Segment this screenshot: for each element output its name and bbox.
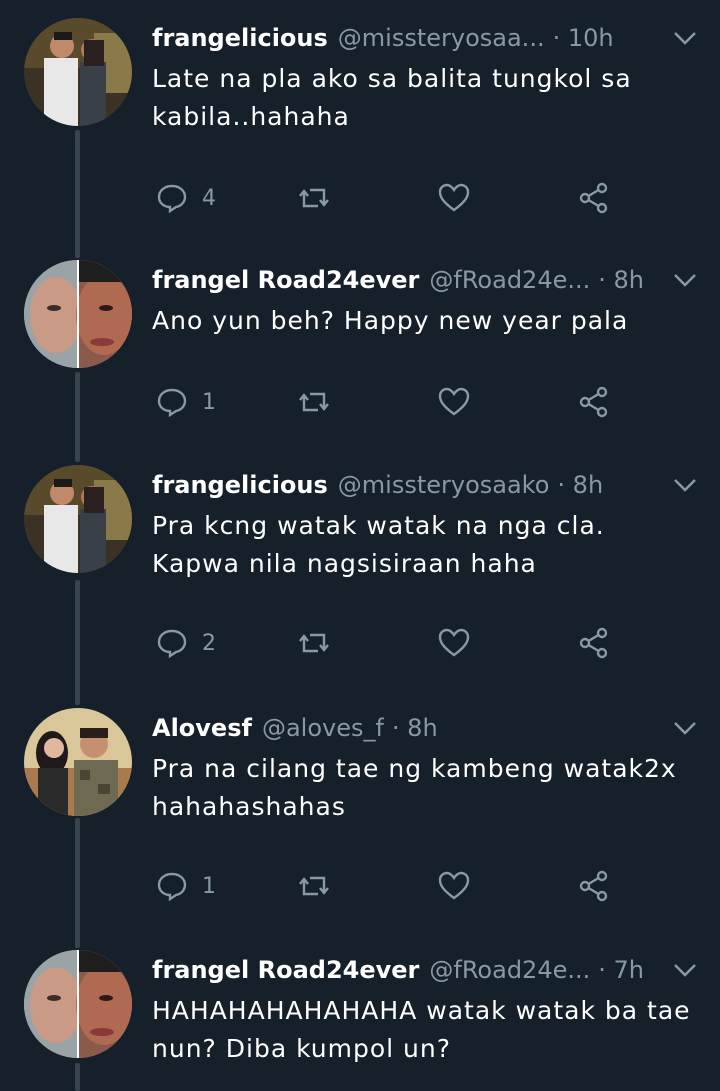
heart-icon [438, 871, 470, 900]
chevron-down-icon[interactable] [672, 28, 698, 48]
reply-count: 2 [202, 630, 216, 656]
retweet-button[interactable] [298, 178, 330, 218]
like-button[interactable] [438, 178, 470, 218]
username[interactable]: @aloves_f [262, 714, 384, 742]
reply-count: 1 [202, 389, 216, 415]
timestamp[interactable]: · 7h [598, 956, 644, 984]
tweet-text: Ano yun beh? Happy new year pala [152, 306, 629, 335]
tweet[interactable]: frangel Road24ever @fRoad24e... · 8h Ano… [0, 260, 720, 430]
chevron-down-icon[interactable] [672, 270, 698, 290]
like-button[interactable] [438, 382, 470, 422]
share-icon [579, 870, 608, 902]
username[interactable]: @fRoad24e... [429, 266, 590, 294]
tweet[interactable]: frangelicious @missteryosaako · 8h Pra k… [0, 465, 720, 665]
reply-icon [157, 184, 187, 214]
chevron-down-icon[interactable] [672, 960, 698, 980]
split-face-photo [24, 950, 132, 1058]
tweet[interactable]: frangel Road24ever @fRoad24e... · 7h HAH… [0, 950, 720, 1091]
username[interactable]: @fRoad24e... [429, 956, 590, 984]
display-name[interactable]: frangelicious [152, 471, 328, 499]
display-name[interactable]: Alovesf [152, 714, 252, 742]
tweet-actions: 4 [152, 178, 632, 218]
retweet-icon [299, 876, 329, 896]
retweet-button[interactable] [298, 866, 330, 906]
tweet-actions: 2 [152, 623, 632, 663]
timestamp[interactable]: · 8h [557, 471, 603, 499]
share-icon [579, 627, 608, 659]
tweet-text: Pra kcng watak watak na nga cla. Kapwa n… [152, 511, 605, 578]
reply-button[interactable]: 2 [156, 623, 216, 663]
reply-count: 4 [202, 185, 216, 211]
group-photo [24, 708, 132, 816]
share-icon [579, 386, 608, 418]
reply-button[interactable]: 1 [156, 382, 216, 422]
heart-icon [438, 628, 470, 657]
chevron-down-icon[interactable] [672, 718, 698, 738]
reply-count: 1 [202, 873, 216, 899]
couple-photo [24, 18, 132, 126]
display-name[interactable]: frangel Road24ever [152, 266, 419, 294]
avatar[interactable] [24, 950, 132, 1058]
reply-button[interactable]: 4 [156, 178, 216, 218]
retweet-icon [299, 188, 329, 208]
retweet-icon [299, 392, 329, 412]
username[interactable]: @missteryosaa... [338, 24, 545, 52]
like-button[interactable] [438, 623, 470, 663]
tweet-text: HAHAHAHAHAHAHA watak watak ba tae nun? D… [152, 996, 691, 1063]
share-button[interactable] [578, 382, 610, 422]
share-icon [579, 182, 608, 214]
share-button[interactable] [578, 178, 610, 218]
retweet-button[interactable] [298, 623, 330, 663]
tweet-actions: 1 [152, 866, 632, 906]
retweet-icon [299, 633, 329, 653]
reply-icon [157, 872, 187, 902]
tweet-text: Late na pla ako sa balita tungkol sa kab… [152, 64, 632, 131]
tweet-text: Pra na cilang tae ng kambeng watak2x hah… [152, 754, 677, 821]
chevron-down-icon[interactable] [672, 475, 698, 495]
couple-photo [24, 465, 132, 573]
tweet[interactable]: Alovesf @aloves_f · 8h Pra na cilang tae… [0, 708, 720, 908]
heart-icon [438, 387, 470, 416]
timestamp[interactable]: · 10h [553, 24, 614, 52]
tweet-actions: 1 [152, 382, 632, 422]
tweet[interactable]: frangelicious @missteryosaa... · 10h Lat… [0, 18, 720, 218]
avatar[interactable] [24, 260, 132, 368]
reply-button[interactable]: 1 [156, 866, 216, 906]
split-face-photo [24, 260, 132, 368]
share-button[interactable] [578, 866, 610, 906]
display-name[interactable]: frangel Road24ever [152, 956, 419, 984]
avatar[interactable] [24, 465, 132, 573]
reply-icon [157, 388, 187, 418]
timestamp[interactable]: · 8h [598, 266, 644, 294]
display-name[interactable]: frangelicious [152, 24, 328, 52]
share-button[interactable] [578, 623, 610, 663]
timestamp[interactable]: · 8h [392, 714, 438, 742]
heart-icon [438, 183, 470, 212]
like-button[interactable] [438, 866, 470, 906]
username[interactable]: @missteryosaako [338, 471, 550, 499]
avatar[interactable] [24, 18, 132, 126]
avatar[interactable] [24, 708, 132, 816]
retweet-button[interactable] [298, 382, 330, 422]
reply-icon [157, 629, 187, 659]
